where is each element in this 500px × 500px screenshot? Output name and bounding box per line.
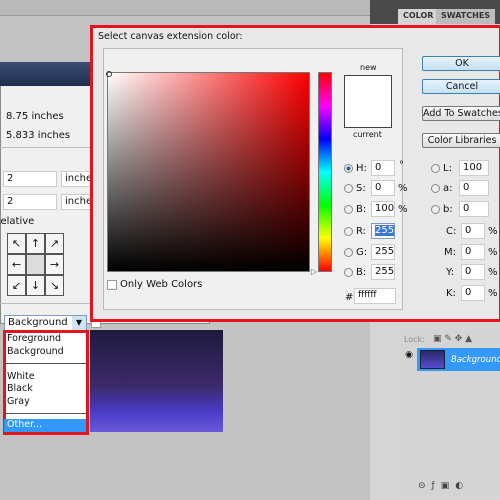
height-input[interactable]: 2 [3,194,57,210]
dialog-title: Select canvas extension color: [98,31,243,42]
r-radio[interactable] [344,227,353,236]
arrow-s-icon[interactable]: ↓ [26,275,45,296]
k-input[interactable]: 0 [461,285,485,301]
new-label: new [360,63,377,72]
r-input-selection: 255 [375,225,395,236]
k-label: K: [446,288,456,299]
arrow-e-icon[interactable]: → [45,254,64,275]
anchor-center[interactable] [26,254,45,275]
a-input[interactable]: 0 [459,180,489,196]
s-radio[interactable] [344,184,353,193]
hue-slider[interactable] [318,72,332,272]
h-input[interactable]: 0 [371,160,395,176]
arrow-se-icon[interactable]: ↘ [45,275,64,296]
layer-name[interactable]: Background [451,355,500,365]
lab-b-input[interactable]: 0 [459,201,489,217]
pct-unit: % [398,204,408,215]
layer-thumbnail [420,350,445,369]
m-label: M: [444,247,456,258]
menu-separator [6,413,86,414]
a-label: a: [443,183,453,194]
width-input[interactable]: 2 [3,171,57,187]
cancel-button[interactable]: Cancel [422,79,500,94]
pct-unit: % [488,267,498,278]
arrow-ne-icon[interactable]: ↗ [45,233,64,254]
extension-color-select[interactable]: Background ▼ [4,315,87,331]
hue-slider-handle[interactable]: ▷ [311,267,317,276]
ok-button[interactable]: OK [422,56,500,71]
hex-label: # [345,292,354,303]
h-radio[interactable] [344,164,353,173]
l-input[interactable]: 100 [459,160,489,176]
pct-unit: % [488,226,498,237]
b-input[interactable]: 100 [371,201,395,217]
chevron-down-icon[interactable]: ▼ [72,316,86,330]
lab-b-label: b: [443,204,453,215]
extension-color-value: Background [8,317,68,328]
new-current-swatch [344,75,392,128]
document-image [90,330,223,432]
c-label: C: [446,226,457,237]
lock-icons[interactable]: ▣ ✎ ✥ ▲ [433,334,472,344]
menu-item-white[interactable]: White [7,371,35,382]
tab-swatches[interactable]: SWATCHES [436,9,496,24]
divider [0,303,95,304]
only-web-colors-checkbox[interactable] [107,280,117,290]
m-input[interactable]: 0 [461,244,485,260]
menu-item-background[interactable]: Background [7,346,64,357]
color-libraries-button[interactable]: Color Libraries [422,133,500,148]
menu-separator [6,363,86,364]
b-radio[interactable] [344,205,353,214]
arrow-nw-icon[interactable]: ↖ [7,233,26,254]
current-width: 8.75 inches [6,111,64,122]
l-label: L: [443,163,452,174]
layer-footer-icons[interactable]: ⊝ƒ▣◐ [418,481,469,491]
pct-unit: % [488,288,498,299]
menu-item-other[interactable]: Other... [4,419,86,432]
relative-checkbox-label[interactable]: Relative [0,216,34,227]
r-input[interactable]: 255 [371,223,395,239]
eye-icon[interactable]: ◉ [402,350,416,368]
add-to-swatches-button[interactable]: Add To Swatches [422,106,500,121]
only-web-colors-label[interactable]: Only Web Colors [120,279,202,290]
canvas-size-title-bar [0,62,95,86]
current-label: current [353,130,382,139]
current-height: 5.833 inches [6,130,71,141]
deg-unit: ° [399,160,404,171]
divider [0,147,95,148]
color-field[interactable] [107,72,310,272]
menu-item-gray[interactable]: Gray [7,396,30,407]
layers-panel [400,320,500,495]
hex-input[interactable]: ffffff [354,288,396,304]
blue-label: B: [356,267,367,278]
pct-unit: % [398,183,408,194]
lab-b-radio[interactable] [431,205,440,214]
c-input[interactable]: 0 [461,223,485,239]
l-radio[interactable] [431,164,440,173]
b-label: B: [356,204,367,215]
g-radio[interactable] [344,248,353,257]
blue-input[interactable]: 255 [371,264,395,280]
locks-label: Lock: [404,335,425,344]
g-label: G: [356,247,368,258]
a-radio[interactable] [431,184,440,193]
menu-item-black[interactable]: Black [7,383,33,394]
arrow-sw-icon[interactable]: ↙ [7,275,26,296]
s-label: S: [356,183,366,194]
tab-color[interactable]: COLOR [398,9,439,24]
menu-item-foreground[interactable]: Foreground [7,333,61,344]
arrow-n-icon[interactable]: ↑ [26,233,45,254]
s-input[interactable]: 0 [371,180,395,196]
pct-unit: % [488,247,498,258]
arrow-w-icon[interactable]: ← [7,254,26,275]
h-label: H: [356,163,367,174]
color-field-cursor[interactable] [106,71,112,77]
y-input[interactable]: 0 [461,264,485,280]
r-label: R: [356,226,367,237]
y-label: Y: [446,267,455,278]
g-input[interactable]: 255 [371,244,395,260]
anchor-grid[interactable]: ↖ ↑ ↗ ← → ↙ ↓ ↘ [7,233,64,296]
blue-radio[interactable] [344,268,353,277]
